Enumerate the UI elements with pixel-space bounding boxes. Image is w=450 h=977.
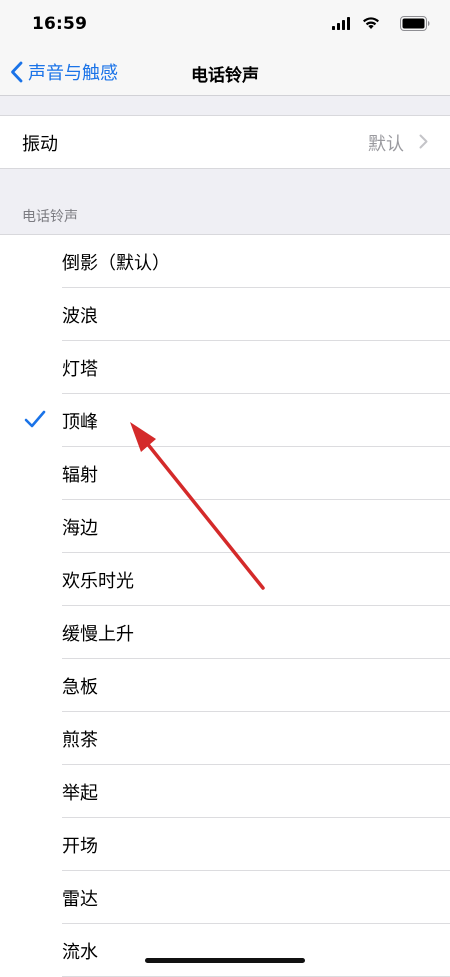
ringtone-row[interactable]: 举起 [0, 765, 450, 818]
ringtone-row[interactable]: 急板 [0, 659, 450, 712]
vibration-row[interactable]: 振动 默认 [0, 115, 450, 169]
ringtone-row[interactable]: 倒影（默认） [0, 235, 450, 288]
ringtone-row[interactable]: 波浪 [0, 288, 450, 341]
ringtone-row[interactable]: 雷达 [0, 871, 450, 924]
ringtone-row[interactable]: 灯塔 [0, 341, 450, 394]
ringtone-row[interactable]: 辐射 [0, 447, 450, 500]
ringtone-list: 倒影（默认） 波浪 灯塔 顶峰 辐射 海边 欢乐时光 缓慢上升 急板 煎茶 举起… [0, 234, 450, 977]
ringtone-label: 煎茶 [62, 730, 98, 751]
vibration-label: 振动 [22, 134, 58, 155]
ringtone-row-selected[interactable]: 顶峰 [0, 394, 450, 447]
vibration-value: 默认 [368, 134, 404, 155]
ringtone-label: 举起 [62, 783, 98, 804]
checkmark-icon [24, 410, 46, 428]
ringtone-label: 辐射 [62, 465, 98, 486]
ringtone-label: 欢乐时光 [62, 571, 134, 592]
chevron-right-icon [419, 134, 428, 149]
ringtone-label: 雷达 [62, 889, 98, 910]
ringtone-label: 灯塔 [62, 359, 98, 380]
ringtone-label: 开场 [62, 836, 98, 857]
ringtone-row[interactable]: 欢乐时光 [0, 553, 450, 606]
ringtone-row[interactable]: 缓慢上升 [0, 606, 450, 659]
ringtone-label: 急板 [62, 677, 98, 698]
wifi-icon [363, 17, 379, 29]
ringtone-label: 波浪 [62, 306, 98, 327]
ringtone-row[interactable]: 开场 [0, 818, 450, 871]
page-title: 电话铃声 [191, 66, 259, 86]
ringtone-label: 缓慢上升 [62, 624, 134, 645]
status-bar: 16:59 [0, 0, 450, 50]
ringtone-label: 流水 [62, 942, 98, 963]
ringtone-label: 倒影（默认） [62, 253, 170, 274]
ringtone-row[interactable]: 海边 [0, 500, 450, 553]
status-time: 16:59 [32, 14, 88, 34]
ringtone-row[interactable]: 流水 [0, 924, 450, 977]
section-header: 电话铃声 [22, 209, 78, 225]
ringtone-row[interactable]: 煎茶 [0, 712, 450, 765]
ringtone-label: 顶峰 [62, 412, 98, 433]
signal-icon [332, 17, 350, 30]
battery-icon [400, 16, 430, 31]
ringtone-label: 海边 [62, 518, 98, 539]
home-indicator [145, 958, 305, 963]
navigation-bar: 声音与触感 电话铃声 [0, 50, 450, 96]
